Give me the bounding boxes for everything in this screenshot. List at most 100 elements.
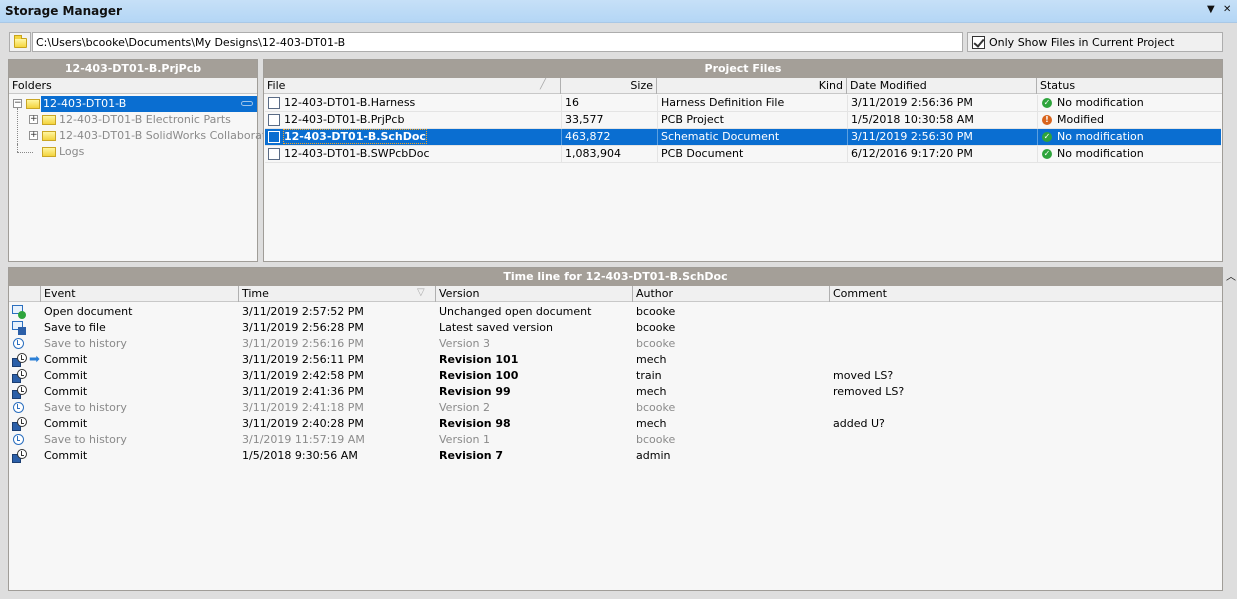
event-cell: Save to history	[44, 401, 127, 414]
column-date-modified[interactable]: Date Modified	[846, 78, 1036, 94]
folder-icon	[26, 99, 40, 109]
file-name: 12-403-DT01-B.SWPcbDoc	[284, 147, 430, 160]
comment-cell: added U?	[833, 417, 885, 430]
version-cell: Version 2	[439, 401, 490, 414]
warning-circle-icon: !	[1042, 115, 1052, 125]
file-row[interactable]: 12-403-DT01-B.PrjPcb 33,577 PCB Project 1/5…	[265, 112, 1221, 129]
folder-label: Logs	[59, 145, 85, 158]
timeline-row[interactable]: Commit 1/5/2018 9:30:56 AM Revision 7 admin	[10, 448, 1221, 464]
status-cell: ✓ No modification	[1037, 129, 1223, 145]
expand-icon[interactable]: +	[29, 115, 38, 124]
commit-icon	[12, 369, 27, 383]
folder-tree-item[interactable]: Logs	[9, 144, 257, 160]
size-cell: 1,083,904	[561, 146, 657, 162]
version-cell: Latest saved version	[439, 321, 554, 334]
status-cell: ✓ No modification	[1037, 95, 1223, 111]
timeline-row[interactable]: Save to history 3/11/2019 2:41:18 PM Versi…	[10, 400, 1221, 416]
status-cell: ! Modified	[1037, 112, 1223, 128]
date-cell: 3/11/2019 2:56:36 PM	[847, 95, 1037, 111]
kind-cell: PCB Project	[657, 112, 847, 128]
kind-cell: Harness Definition File	[657, 95, 847, 111]
timeline-row[interactable]: ➡ Commit 3/11/2019 2:56:11 PM Revision 101 m…	[10, 352, 1221, 368]
current-revision-arrow-icon: ➡	[29, 352, 40, 367]
timeline-row[interactable]: Save to file 3/11/2019 2:56:28 PM Latest s…	[10, 320, 1221, 336]
version-cell: Revision 98	[439, 417, 511, 430]
file-name: 12-403-DT01-B.Harness	[284, 96, 416, 109]
column-kind[interactable]: Kind	[656, 78, 846, 94]
size-cell: 463,872	[561, 129, 657, 145]
expand-icon[interactable]: +	[29, 131, 38, 140]
time-cell: 3/11/2019 2:56:28 PM	[242, 321, 364, 334]
time-cell: 3/1/2019 11:57:19 AM	[242, 433, 365, 446]
timeline-row[interactable]: Commit 3/11/2019 2:40:28 PM Revision 98 mec…	[10, 416, 1221, 432]
column-version[interactable]: Version	[435, 286, 632, 302]
author-cell: mech	[636, 353, 667, 366]
timeline-row[interactable]: Open document 3/11/2019 2:57:52 PM Unchang…	[10, 304, 1221, 320]
author-cell: admin	[636, 449, 671, 462]
file-cell: 12-403-DT01-B.Harness	[265, 95, 561, 111]
history-clock-icon	[12, 433, 27, 447]
date-cell: 3/11/2019 2:56:30 PM	[847, 129, 1037, 145]
file-row[interactable]: 12-403-DT01-B.SchDoc 463,872 Schematic Doc…	[265, 129, 1221, 146]
folders-header-label: Folders	[12, 79, 52, 92]
file-name: 12-403-DT01-B.SchDoc	[283, 129, 427, 144]
event-cell: Commit	[44, 449, 88, 462]
file-cell: 12-403-DT01-B.PrjPcb	[265, 112, 561, 128]
column-author[interactable]: Author	[632, 286, 829, 302]
folder-tree-item[interactable]: +12-403-DT01-B SolidWorks Collaborati	[9, 128, 269, 144]
folder-icon	[42, 131, 56, 141]
folders-column-header[interactable]: Folders	[9, 78, 257, 94]
version-cell: Revision 99	[439, 385, 511, 398]
event-cell: Open document	[44, 305, 133, 318]
column-size[interactable]: Size	[560, 78, 656, 94]
collapse-icon[interactable]: −	[13, 99, 22, 108]
only-show-label: Only Show Files in Current Project	[989, 36, 1175, 49]
browse-folder-button[interactable]	[9, 32, 31, 52]
column-comment[interactable]: Comment	[829, 286, 1222, 302]
folder-tree-item[interactable]: − 12-403-DT01-B	[9, 96, 257, 112]
version-cell: Version 1	[439, 433, 490, 446]
event-cell: Commit	[44, 369, 88, 382]
time-cell: 3/11/2019 2:56:16 PM	[242, 337, 364, 350]
kind-cell: PCB Document	[657, 146, 847, 162]
author-cell: mech	[636, 417, 667, 430]
kind-cell: Schematic Document	[657, 129, 847, 145]
dropdown-triangle-icon[interactable]: ▼	[1207, 4, 1215, 15]
time-cell: 3/11/2019 2:41:18 PM	[242, 401, 364, 414]
status-text: No modification	[1057, 96, 1144, 109]
time-cell: 1/5/2018 9:30:56 AM	[242, 449, 358, 462]
event-cell: Commit	[44, 417, 88, 430]
check-circle-icon: ✓	[1042, 132, 1052, 142]
column-status[interactable]: Status	[1036, 78, 1222, 94]
timeline-row[interactable]: Commit 3/11/2019 2:42:58 PM Revision 100 tr…	[10, 368, 1221, 384]
timeline-row[interactable]: Save to history 3/1/2019 11:57:19 AM Versi…	[10, 432, 1221, 448]
folders-panel: 12-403-DT01-B.PrjPcb Folders − 12-403-DT0…	[8, 59, 269, 262]
author-cell: bcooke	[636, 433, 676, 446]
version-cell: Unchanged open document	[439, 305, 592, 318]
time-cell: 3/11/2019 2:42:58 PM	[242, 369, 364, 382]
author-cell: mech	[636, 385, 667, 398]
author-cell: bcooke	[636, 321, 676, 334]
file-name: 12-403-DT01-B.PrjPcb	[284, 113, 405, 126]
file-row[interactable]: 12-403-DT01-B.SWPcbDoc 1,083,904 PCB Docum…	[265, 146, 1221, 163]
timeline-row[interactable]: Commit 3/11/2019 2:41:36 PM Revision 99 mec…	[10, 384, 1221, 400]
collapse-chevron-icon[interactable]: ︿	[1226, 268, 1236, 283]
file-row[interactable]: 12-403-DT01-B.Harness 16 Harness Definitio…	[265, 95, 1221, 112]
path-input[interactable]	[32, 32, 963, 52]
project-files-panel-title: Project Files	[264, 60, 1222, 78]
event-cell: Save to file	[44, 321, 106, 334]
sort-ascending-icon: ╱	[540, 79, 547, 90]
close-x-icon[interactable]: ✕	[1223, 4, 1231, 15]
title-bar: Storage Manager ▼ ✕	[0, 0, 1237, 23]
column-time[interactable]: Time	[238, 286, 436, 302]
time-cell: 3/11/2019 2:41:36 PM	[242, 385, 364, 398]
folder-tree-item[interactable]: +12-403-DT01-B Electronic Parts	[9, 112, 257, 128]
checkbox-checked-icon[interactable]	[972, 36, 985, 49]
timeline-row[interactable]: Save to history 3/11/2019 2:56:16 PM Versi…	[10, 336, 1221, 352]
column-event[interactable]: Event	[40, 286, 238, 302]
column-file[interactable]: File	[264, 78, 560, 94]
only-show-current-project-checkbox[interactable]: Only Show Files in Current Project	[967, 32, 1223, 52]
author-cell: bcooke	[636, 337, 676, 350]
window-title: Storage Manager	[5, 4, 122, 18]
date-cell: 6/12/2016 9:17:20 PM	[847, 146, 1037, 162]
